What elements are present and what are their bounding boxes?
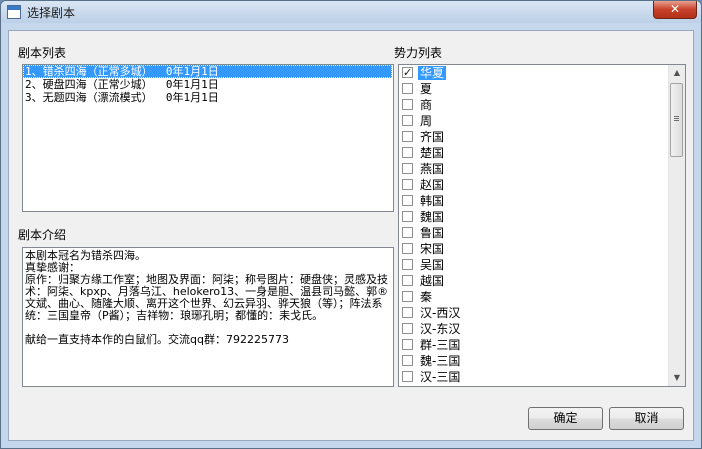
ok-button[interactable]: 确定: [528, 407, 603, 430]
faction-item[interactable]: 楚国: [399, 145, 685, 161]
faction-item-label: 华夏: [418, 66, 447, 80]
cancel-button[interactable]: 取消: [609, 407, 684, 430]
faction-item[interactable]: 越国: [399, 273, 685, 289]
checkbox[interactable]: ✓: [402, 67, 413, 78]
faction-item-label: 燕国: [420, 162, 445, 176]
faction-item[interactable]: 商: [399, 97, 685, 113]
faction-item-label: 吴国: [420, 258, 445, 272]
faction-item[interactable]: 齐国: [399, 129, 685, 145]
checkbox[interactable]: [402, 339, 413, 350]
faction-item-label: 夏: [420, 82, 433, 96]
checkbox[interactable]: [402, 227, 413, 238]
scrollbar-thumb[interactable]: [670, 83, 683, 157]
checkbox[interactable]: [402, 355, 413, 366]
faction-item-label: 群-三国: [420, 338, 461, 352]
faction-item-label: 汉-三国: [420, 370, 461, 384]
faction-item[interactable]: 魏国: [399, 209, 685, 225]
faction-item-label: 秦: [420, 290, 433, 304]
arrow-down-icon[interactable]: ▼: [669, 370, 685, 386]
checkbox[interactable]: [402, 131, 413, 142]
checkbox[interactable]: [402, 99, 413, 110]
intro-textbox[interactable]: 本剧本冠名为错杀四海。 真挚感谢： 原作：归聚方缘工作室；地图及界面：阿柒；称号…: [22, 247, 394, 387]
checkbox[interactable]: [402, 371, 413, 382]
faction-item-label: 汉-东汉: [420, 322, 461, 336]
faction-item-label: 汉-西汉: [420, 306, 461, 320]
dialog-content: 剧本列表 1、错杀四海（正常多城） 0年1月1日 2、硬盘四海（正常少城） 0年…: [8, 30, 694, 441]
faction-item[interactable]: 魏-三国: [399, 353, 685, 369]
script-item[interactable]: 2、硬盘四海（正常少城） 0年1月1日: [23, 78, 393, 91]
faction-item[interactable]: 秦: [399, 289, 685, 305]
checkbox[interactable]: [402, 179, 413, 190]
script-list-label: 剧本列表: [18, 46, 67, 60]
faction-item-label: 齐国: [420, 130, 445, 144]
faction-scrollbar[interactable]: ▲ ▼: [668, 65, 685, 386]
checkbox[interactable]: [402, 323, 413, 334]
checkbox[interactable]: [402, 163, 413, 174]
grip-icon: [674, 116, 679, 117]
faction-items: ✓ 华夏夏商周齐国楚国燕国赵国韩国魏国鲁国宋国吴国越国秦汉-西汉汉-东汉群-三国魏…: [399, 65, 685, 385]
script-listbox[interactable]: 1、错杀四海（正常多城） 0年1月1日 2、硬盘四海（正常少城） 0年1月1日 …: [22, 64, 394, 212]
script-item[interactable]: 1、错杀四海（正常多城） 0年1月1日: [23, 65, 392, 78]
checkbox[interactable]: [402, 115, 413, 126]
window-title: 选择剧本: [27, 6, 76, 20]
checkbox[interactable]: [402, 259, 413, 270]
checkbox[interactable]: [402, 307, 413, 318]
checkbox[interactable]: [402, 195, 413, 206]
faction-item[interactable]: 鲁国: [399, 225, 685, 241]
faction-item[interactable]: 韩国: [399, 193, 685, 209]
intro-label: 剧本介绍: [18, 228, 67, 242]
faction-item[interactable]: 夏: [399, 81, 685, 97]
close-button[interactable]: ✕: [653, 1, 697, 19]
faction-item[interactable]: 周: [399, 113, 685, 129]
faction-listbox[interactable]: ✓ 华夏夏商周齐国楚国燕国赵国韩国魏国鲁国宋国吴国越国秦汉-西汉汉-东汉群-三国魏…: [398, 64, 686, 387]
faction-item-label: 宋国: [420, 242, 445, 256]
faction-item-label: 魏-三国: [420, 354, 461, 368]
faction-item-label: 周: [420, 114, 433, 128]
faction-item[interactable]: ✓ 华夏: [399, 65, 685, 81]
faction-item[interactable]: 吴国: [399, 257, 685, 273]
faction-item[interactable]: 汉-三国: [399, 369, 685, 385]
faction-item[interactable]: 赵国: [399, 177, 685, 193]
dialog-window: 选择剧本 ✕ 剧本列表 1、错杀四海（正常多城） 0年1月1日 2、硬盘四海（正…: [0, 0, 702, 449]
faction-item-label: 楚国: [420, 146, 445, 160]
app-window-icon: [7, 5, 21, 19]
faction-item[interactable]: 汉-东汉: [399, 321, 685, 337]
script-item[interactable]: 3、无题四海（漂流模式） 0年1月1日: [23, 91, 393, 104]
faction-item[interactable]: 汉-西汉: [399, 305, 685, 321]
checkbox[interactable]: [402, 291, 413, 302]
checkbox[interactable]: [402, 211, 413, 222]
faction-item-label: 商: [420, 98, 433, 112]
faction-item-label: 魏国: [420, 210, 445, 224]
faction-item-label: 赵国: [420, 178, 445, 192]
faction-item-label: 越国: [420, 274, 445, 288]
checkbox[interactable]: [402, 275, 413, 286]
faction-list-label: 势力列表: [394, 46, 443, 60]
faction-item-label: 韩国: [420, 194, 445, 208]
faction-item[interactable]: 燕国: [399, 161, 685, 177]
title-bar[interactable]: 选择剧本 ✕: [1, 1, 701, 23]
checkbox[interactable]: [402, 147, 413, 158]
faction-item[interactable]: 群-三国: [399, 337, 685, 353]
faction-item-label: 鲁国: [420, 226, 445, 240]
faction-item[interactable]: 宋国: [399, 241, 685, 257]
checkbox[interactable]: [402, 83, 413, 94]
arrow-up-icon[interactable]: ▲: [669, 65, 685, 81]
checkbox[interactable]: [402, 243, 413, 254]
